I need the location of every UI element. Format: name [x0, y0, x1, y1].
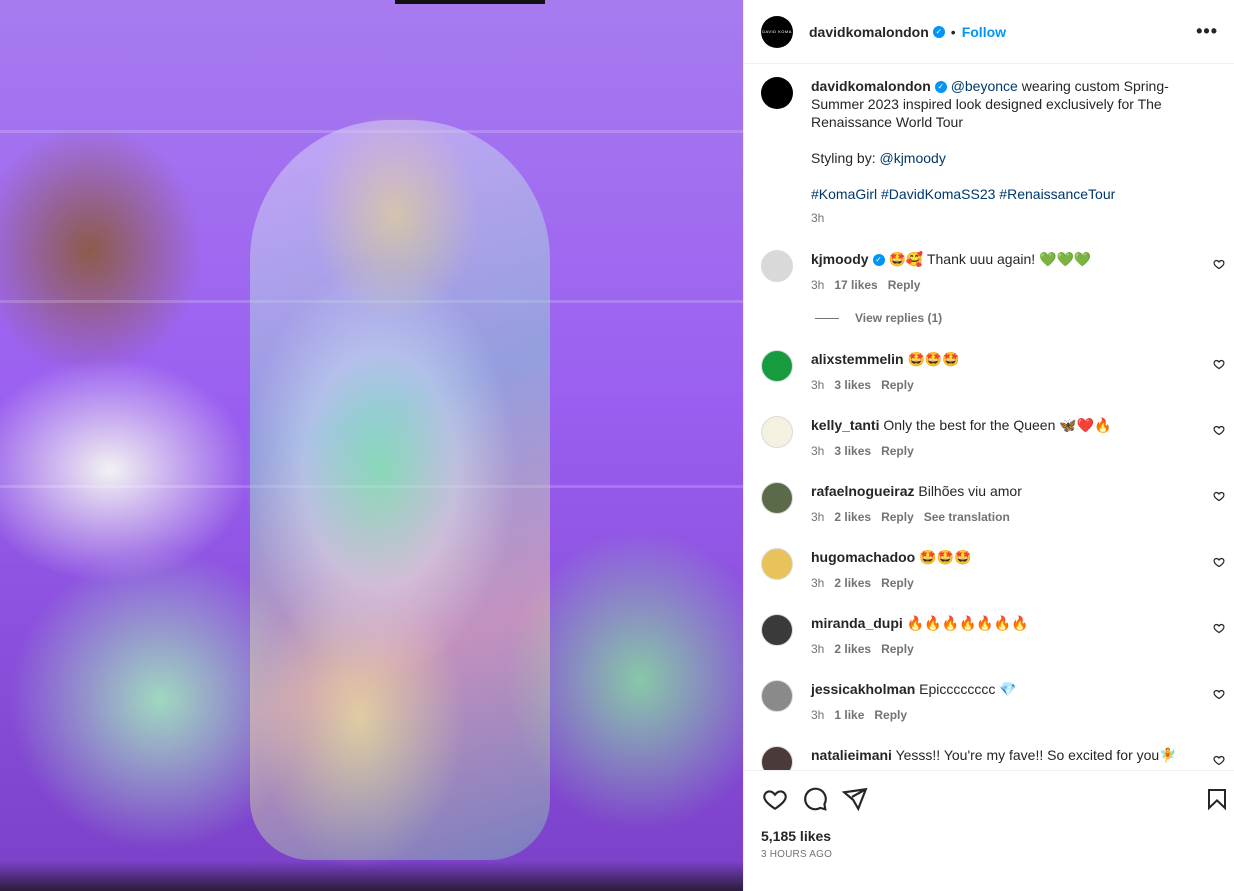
- commenter-username[interactable]: miranda_dupi: [811, 615, 903, 631]
- caption-time: 3h: [811, 211, 825, 225]
- comment-like-icon[interactable]: [1213, 358, 1225, 373]
- commenter-avatar[interactable]: [761, 746, 793, 770]
- comment-text: 🔥🔥🔥🔥🔥🔥🔥: [906, 615, 1029, 631]
- comment-time: 3h: [811, 444, 825, 458]
- post-header: DAVID KOMA davidkomalondon ✓ • Follow ••…: [744, 0, 1234, 64]
- commenter-avatar[interactable]: [761, 482, 793, 514]
- photo-stage-edge: [395, 0, 545, 4]
- comment-icon[interactable]: [802, 786, 828, 817]
- author-username[interactable]: davidkomalondon: [809, 24, 929, 40]
- commenter-avatar[interactable]: [761, 416, 793, 448]
- comment-like-icon[interactable]: [1213, 556, 1225, 571]
- comment-text: 🤩🤩🤩: [919, 549, 972, 565]
- reply-button[interactable]: Reply: [881, 378, 914, 392]
- styling-mention[interactable]: @kjmoody: [879, 150, 945, 166]
- view-replies-label: View replies (1): [855, 311, 943, 325]
- caption-mention[interactable]: @beyonce: [951, 78, 1018, 94]
- commenter-avatar[interactable]: [761, 614, 793, 646]
- comment-text: Bilhões viu amor: [918, 483, 1022, 499]
- bookmark-icon[interactable]: [1205, 786, 1229, 817]
- comment-likes[interactable]: 17 likes: [834, 278, 877, 292]
- likes-count[interactable]: 5,185 likes: [761, 828, 831, 844]
- comment-likes[interactable]: 2 likes: [834, 510, 871, 524]
- styling-label: Styling by:: [811, 150, 880, 166]
- comment-like-icon[interactable]: [1213, 490, 1225, 505]
- heart-icon[interactable]: [762, 786, 788, 817]
- follow-button[interactable]: Follow: [962, 24, 1006, 40]
- post-caption: davidkomalondon ✓ @beyonce wearing custom…: [761, 77, 1218, 227]
- commenter-username[interactable]: kjmoody: [811, 251, 869, 267]
- caption-author-avatar[interactable]: [761, 77, 793, 109]
- comment-like-icon[interactable]: [1213, 424, 1225, 439]
- comment-time: 3h: [811, 576, 825, 590]
- comment-time: 3h: [811, 278, 825, 292]
- reply-button[interactable]: Reply: [881, 576, 914, 590]
- comment-time: 3h: [811, 708, 825, 722]
- header-separator: •: [950, 23, 956, 40]
- comment-time: 3h: [811, 378, 825, 392]
- comment-text: Yesss!! You're my fave!! So excited for …: [895, 747, 1177, 763]
- commenter-username[interactable]: hugomachadoo: [811, 549, 915, 565]
- comment-text: 🤩🤩🤩: [907, 351, 960, 367]
- author-avatar[interactable]: DAVID KOMA: [761, 15, 793, 48]
- comment-row: natalieimani Yesss!! You're my fave!! So…: [761, 746, 1231, 770]
- comment-text: Epicccccccc 💎: [919, 681, 1017, 697]
- commenter-username[interactable]: alixstemmelin: [811, 351, 904, 367]
- comment-row: hugomachadoo 🤩🤩🤩 3h 2 likes Reply: [761, 548, 1231, 592]
- view-replies-button[interactable]: View replies (1): [815, 311, 942, 325]
- reply-button[interactable]: Reply: [888, 278, 921, 292]
- commenter-username[interactable]: kelly_tanti: [811, 417, 879, 433]
- commenter-avatar[interactable]: [761, 680, 793, 712]
- comment-likes[interactable]: 3 likes: [834, 444, 871, 458]
- commenter-avatar[interactable]: [761, 350, 793, 382]
- post-side-panel: DAVID KOMA davidkomalondon ✓ • Follow ••…: [743, 0, 1234, 891]
- comment-row: kjmoody ✓ 🤩🥰 Thank uuu again! 💚💚💚 3h 17 lik…: [761, 250, 1231, 294]
- see-translation-button[interactable]: See translation: [924, 510, 1010, 524]
- share-icon[interactable]: [841, 786, 868, 817]
- post-actions: 5,185 likes 3 HOURS AGO: [744, 770, 1234, 891]
- verified-badge-icon: ✓: [872, 254, 885, 267]
- comment-likes[interactable]: 3 likes: [834, 378, 871, 392]
- comment-row: miranda_dupi 🔥🔥🔥🔥🔥🔥🔥 3h 2 likes Reply: [761, 614, 1231, 658]
- comment-row: alixstemmelin 🤩🤩🤩 3h 3 likes Reply: [761, 350, 1231, 394]
- comment-row: jessicakholman Epicccccccc 💎 3h 1 like Repl…: [761, 680, 1231, 724]
- comment-likes[interactable]: 2 likes: [834, 642, 871, 656]
- more-options-icon[interactable]: •••: [1196, 21, 1218, 42]
- comment-time: 3h: [811, 642, 825, 656]
- comment-likes[interactable]: 1 like: [834, 708, 864, 722]
- reply-button[interactable]: Reply: [881, 444, 914, 458]
- performer-figure: [250, 120, 550, 860]
- reply-button[interactable]: Reply: [874, 708, 907, 722]
- comment-text: Only the best for the Queen 🦋❤️🔥: [883, 417, 1112, 433]
- posted-time: 3 HOURS AGO: [761, 849, 833, 860]
- replies-line: [815, 317, 839, 319]
- commenter-username[interactable]: rafaelnogueiraz: [811, 483, 914, 499]
- comment-like-icon[interactable]: [1213, 688, 1225, 703]
- commenter-avatar[interactable]: [761, 548, 793, 580]
- caption-username[interactable]: davidkomalondon: [811, 78, 931, 94]
- commenter-username[interactable]: jessicakholman: [811, 681, 915, 697]
- reply-button[interactable]: Reply: [881, 510, 914, 524]
- avatar-logo-text: DAVID KOMA: [762, 29, 792, 34]
- comment-text: 🤩🥰 Thank uuu again! 💚💚💚: [888, 251, 1092, 267]
- comment-likes[interactable]: 2 likes: [834, 576, 871, 590]
- commenter-avatar[interactable]: [761, 250, 793, 282]
- comment-row: rafaelnogueiraz Bilhões viu amor 3h 2 like…: [761, 482, 1231, 526]
- commenter-username[interactable]: natalieimani: [811, 747, 892, 763]
- photo-bottom-shade: [0, 861, 743, 891]
- verified-badge-icon: ✓: [934, 81, 947, 94]
- verified-badge-icon: ✓: [932, 25, 945, 38]
- comment-time: 3h: [811, 510, 825, 524]
- comment-row: kelly_tanti Only the best for the Queen …: [761, 416, 1231, 460]
- comment-like-icon[interactable]: [1213, 622, 1225, 637]
- comment-like-icon[interactable]: [1213, 258, 1225, 273]
- comment-like-icon[interactable]: [1213, 754, 1225, 769]
- post-photo[interactable]: [0, 0, 743, 891]
- reply-button[interactable]: Reply: [881, 642, 914, 656]
- caption-hashtags[interactable]: #KomaGirl #DavidKomaSS23 #RenaissanceTou…: [811, 186, 1115, 202]
